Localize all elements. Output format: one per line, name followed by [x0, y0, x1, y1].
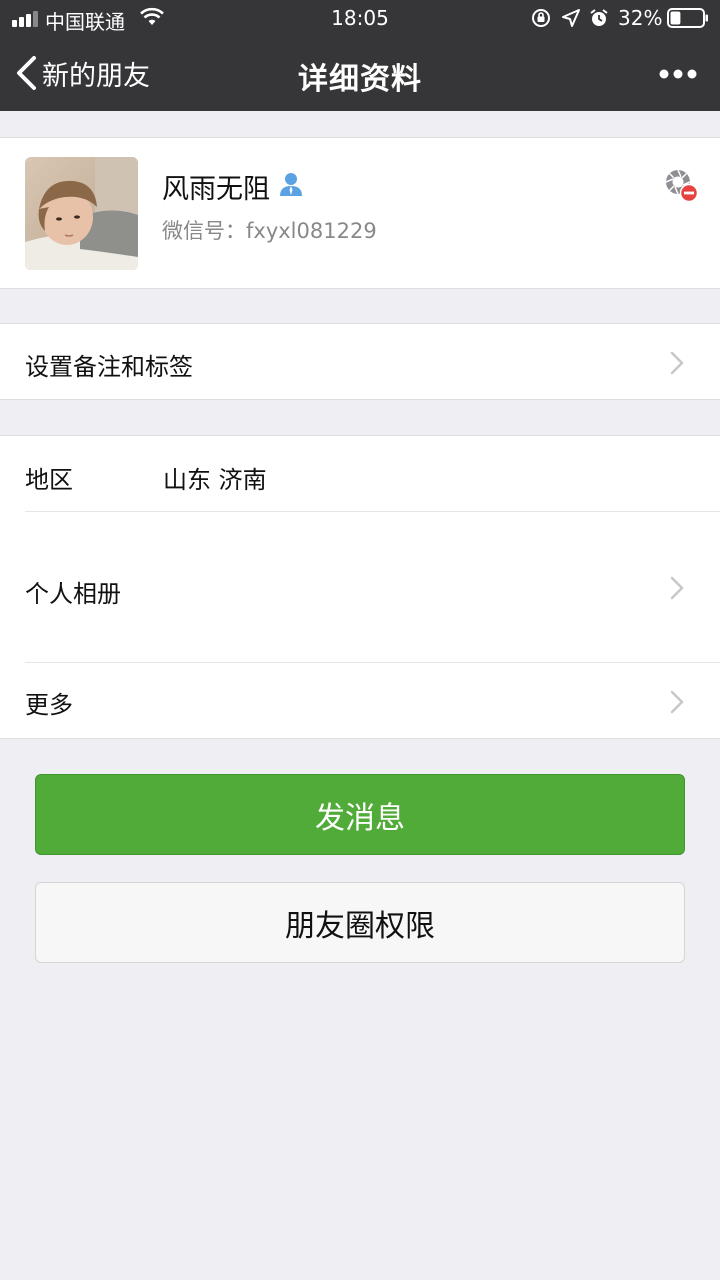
avatar[interactable] [25, 157, 138, 270]
nickname: 风雨无阻 [162, 174, 270, 205]
clock: 18:05 [331, 6, 389, 30]
personal-album-label: 个人相册 [25, 580, 121, 608]
moments-blocked-icon [665, 169, 698, 202]
profile-card: 风雨无阻 微信号：fxyxl081229 [0, 137, 720, 289]
send-message-button[interactable]: 发消息 [35, 774, 685, 855]
wechat-id-label: 微信号： [162, 219, 246, 243]
remark-tags-label: 设置备注和标签 [25, 353, 193, 381]
contact-person-icon [280, 173, 302, 196]
battery-percent: 32% [618, 6, 663, 30]
more-label: 更多 [25, 691, 73, 719]
remark-tags-row[interactable]: 设置备注和标签 [0, 324, 720, 400]
region-row: 地区 山东 济南 [0, 436, 720, 511]
top-bar: 中国联通 18:05 32% 新的朋友 详细资料 [0, 0, 720, 111]
remark-tags-section: 设置备注和标签 [0, 323, 720, 400]
personal-album-row[interactable]: 个人相册 [0, 512, 720, 662]
info-section: 地区 山东 济南 个人相册 更多 [0, 435, 720, 739]
wechat-id: 微信号：fxyxl081229 [162, 215, 377, 245]
chevron-right-icon [670, 690, 684, 714]
orientation-lock-icon [532, 9, 550, 27]
page-title: 详细资料 [298, 62, 422, 97]
status-bar: 中国联通 18:05 32% [0, 0, 720, 36]
wechat-id-value: fxyxl081229 [246, 219, 377, 243]
location-icon [562, 9, 580, 27]
moments-permission-button[interactable]: 朋友圈权限 [35, 882, 685, 963]
chevron-right-icon [670, 351, 684, 375]
region-label: 地区 [25, 466, 73, 494]
navigation-bar: 新的朋友 详细资料 [0, 36, 720, 111]
more-row[interactable]: 更多 [0, 663, 720, 738]
chevron-right-icon [670, 576, 684, 600]
region-value: 山东 济南 [163, 466, 267, 494]
more-dots-icon[interactable] [658, 62, 698, 86]
alarm-icon [590, 9, 608, 26]
battery-icon [667, 8, 708, 28]
